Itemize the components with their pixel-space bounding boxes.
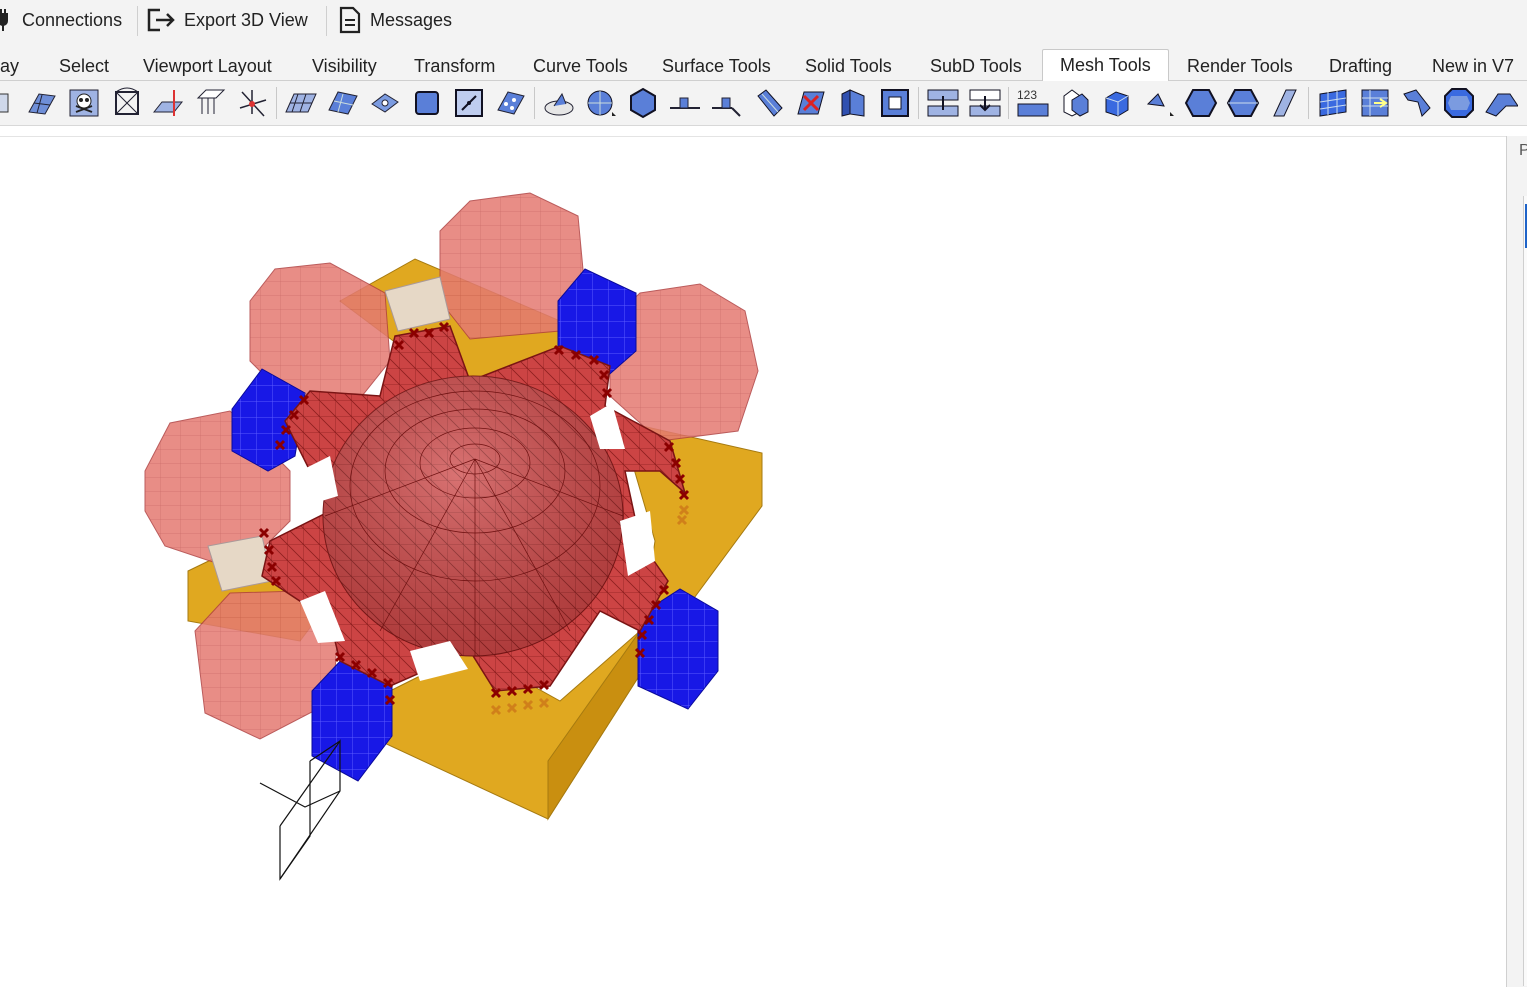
separator: [326, 6, 327, 36]
mesh-patch-icon[interactable]: [25, 86, 59, 120]
messages-label: Messages: [370, 9, 453, 30]
mesh-cube-icon[interactable]: [1100, 86, 1134, 120]
export-icon: [146, 7, 176, 33]
tab-solid-tools[interactable]: Solid Tools: [805, 52, 892, 80]
mesh-hole-icon[interactable]: [878, 86, 912, 120]
tab-render-tools[interactable]: Render Tools: [1187, 52, 1293, 80]
mesh-tools-toolbar: 123: [0, 81, 1527, 126]
mesh-wedge-icon[interactable]: [1484, 86, 1518, 120]
tab-subd-tools[interactable]: SubD Tools: [930, 52, 1022, 80]
panel-edge: [1523, 196, 1527, 986]
mesh-panel-icon[interactable]: [1316, 86, 1350, 120]
tab-select[interactable]: Select: [59, 52, 109, 80]
tab-viewport-layout[interactable]: Viewport Layout: [143, 52, 272, 80]
tab-drafting[interactable]: Drafting: [1329, 52, 1392, 80]
tab-new-in-v7[interactable]: New in V7: [1432, 52, 1514, 80]
messages-button[interactable]: Messages: [338, 0, 452, 40]
export-3d-view-button[interactable]: Export 3D View: [146, 0, 308, 40]
tab-surface-tools[interactable]: Surface Tools: [662, 52, 771, 80]
connections-button[interactable]: Connections: [0, 0, 122, 40]
mesh-wall-icon[interactable]: [836, 86, 870, 120]
plug-icon: [0, 9, 14, 31]
mesh-unroll-icon[interactable]: [1358, 86, 1392, 120]
mesh-unweld-icon[interactable]: [968, 86, 1002, 120]
mesh-extrude-icon[interactable]: [194, 86, 228, 120]
mesh-hexprism-icon[interactable]: [1226, 86, 1260, 120]
mesh-disk-icon[interactable]: [542, 86, 576, 120]
mesh-split-icon[interactable]: [710, 86, 744, 120]
mesh-polyhedron-icon[interactable]: [626, 86, 660, 120]
mesh-offset-icon[interactable]: [668, 86, 702, 120]
mesh-smooth-icon[interactable]: [368, 86, 402, 120]
separator: [276, 87, 277, 119]
mesh-slab-icon[interactable]: [1268, 86, 1302, 120]
document-icon: [338, 6, 362, 34]
mesh-points-icon[interactable]: [494, 86, 528, 120]
mesh-flip-icon[interactable]: [1058, 86, 1092, 120]
svg-text:123: 123: [1017, 88, 1037, 102]
tab-mesh-tools[interactable]: Mesh Tools: [1042, 49, 1169, 81]
tab-visibility[interactable]: Visibility: [312, 52, 377, 80]
tab-curve-tools[interactable]: Curve Tools: [533, 52, 628, 80]
toolbar-tabs: ay Select Viewport Layout Visibility Tra…: [0, 44, 1527, 81]
separator: [1008, 87, 1009, 119]
connections-label: Connections: [22, 9, 123, 30]
mesh-bend-icon[interactable]: [1400, 86, 1434, 120]
side-panel-label: P: [1519, 142, 1527, 159]
mesh-cut-icon[interactable]: [794, 86, 828, 120]
mesh-hexagon-icon[interactable]: [1184, 86, 1218, 120]
separator: [137, 6, 138, 36]
unknown-cut-icon[interactable]: [0, 86, 18, 120]
tab-display[interactable]: ay: [0, 52, 19, 80]
3d-viewport[interactable]: [0, 136, 1506, 988]
mesh-model-render: [144, 192, 763, 881]
mesh-sphere-icon[interactable]: [584, 86, 618, 120]
mesh-axis-icon[interactable]: [236, 86, 270, 120]
skull-mesh-icon[interactable]: [67, 86, 101, 120]
tab-transform[interactable]: Transform: [414, 52, 495, 80]
mesh-vertex-icon[interactable]: [452, 86, 486, 120]
mesh-grid-icon[interactable]: [284, 86, 318, 120]
command-bar: Connections Export 3D View Messages: [0, 0, 1527, 45]
mesh-octagon-icon[interactable]: [1442, 86, 1476, 120]
mesh-fold-icon[interactable]: [752, 86, 786, 120]
separator: [534, 87, 535, 119]
mesh-triangle-icon[interactable]: [1142, 86, 1176, 120]
export-label: Export 3D View: [184, 9, 308, 30]
side-panel: P: [1506, 136, 1527, 987]
mesh-weld-icon[interactable]: [926, 86, 960, 120]
mesh-box-icon[interactable]: [110, 86, 144, 120]
mesh-frame-icon[interactable]: [410, 86, 444, 120]
separator: [918, 87, 919, 119]
mesh-number-icon[interactable]: 123: [1016, 86, 1050, 120]
separator: [1308, 87, 1309, 119]
mesh-plane-icon[interactable]: [152, 86, 186, 120]
mesh-surface-icon[interactable]: [326, 86, 360, 120]
